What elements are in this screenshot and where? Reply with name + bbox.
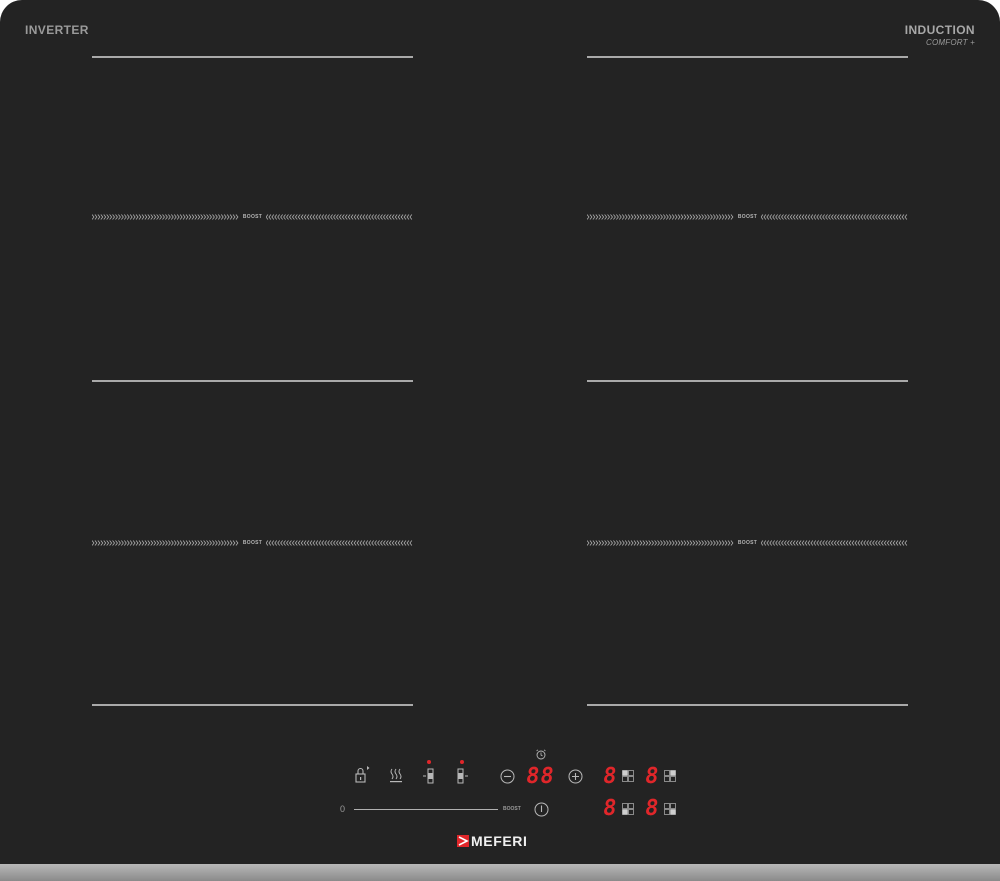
zone-right-2-boost-bar[interactable]: BOOST (587, 538, 908, 548)
zone-left-1-boost-bar[interactable]: BOOST (92, 212, 413, 222)
zone-left-middle-line (92, 380, 413, 382)
power-slider[interactable] (354, 809, 498, 810)
zone-left-2-boost-bar[interactable]: BOOST (92, 538, 413, 548)
glass-panel (0, 0, 1000, 866)
slider-boost-label: BOOST (503, 806, 521, 812)
brand-logo: MEFERI (457, 834, 528, 848)
boost-label: BOOST (737, 540, 758, 546)
chevron-left-pattern-icon (266, 214, 413, 220)
lock-icon[interactable] (354, 766, 370, 784)
zone-right-middle-line (587, 380, 908, 382)
induction-title: INDUCTION (904, 23, 975, 37)
flex-zone-right-led (460, 760, 464, 764)
alarm-clock-icon (536, 749, 546, 760)
meferi-logo-mark-icon (457, 835, 469, 847)
chevron-right-pattern-icon (92, 540, 239, 546)
flex-zone-left-icon[interactable] (422, 768, 436, 784)
chevron-left-pattern-icon (761, 540, 908, 546)
steel-frame (0, 864, 1000, 881)
chevron-right-pattern-icon (92, 214, 239, 220)
chevron-left-pattern-icon (266, 540, 413, 546)
power-icon[interactable] (534, 802, 549, 817)
zone-right-top-line (587, 56, 908, 58)
comfort-plus-label: COMFORT + (926, 38, 975, 47)
keep-warm-icon[interactable] (389, 768, 403, 784)
flex-zone-right-icon[interactable] (456, 768, 470, 784)
zone-right-bottom-line (587, 704, 908, 706)
zone-left-bottom-line (92, 704, 413, 706)
minus-icon[interactable] (500, 769, 515, 784)
boost-label: BOOST (737, 214, 758, 220)
zone-right-1-boost-bar[interactable]: BOOST (587, 212, 908, 222)
chevron-right-pattern-icon (587, 540, 734, 546)
zone-indicator-rear-left-icon (622, 803, 634, 815)
zone-left-top-line (92, 56, 413, 58)
zone-indicator-rear-right-icon (664, 803, 676, 815)
boost-label: BOOST (242, 214, 263, 220)
induction-hob: INVERTER INDUCTION COMFORT + BOOST BOOST… (0, 0, 1000, 881)
slider-min-label: 0 (340, 804, 346, 814)
boost-label: BOOST (242, 540, 263, 546)
timer-display: 88 (524, 764, 557, 789)
chevron-right-pattern-icon (587, 214, 734, 220)
induction-label: INDUCTION COMFORT + (905, 23, 975, 47)
plus-icon[interactable] (568, 769, 583, 784)
zone-indicator-front-right-icon (664, 770, 676, 782)
flex-zone-left-led (427, 760, 431, 764)
zone-indicator-front-left-icon (622, 770, 634, 782)
logo-text: MEFERI (471, 833, 528, 849)
inverter-label: INVERTER (25, 23, 89, 37)
chevron-left-pattern-icon (761, 214, 908, 220)
